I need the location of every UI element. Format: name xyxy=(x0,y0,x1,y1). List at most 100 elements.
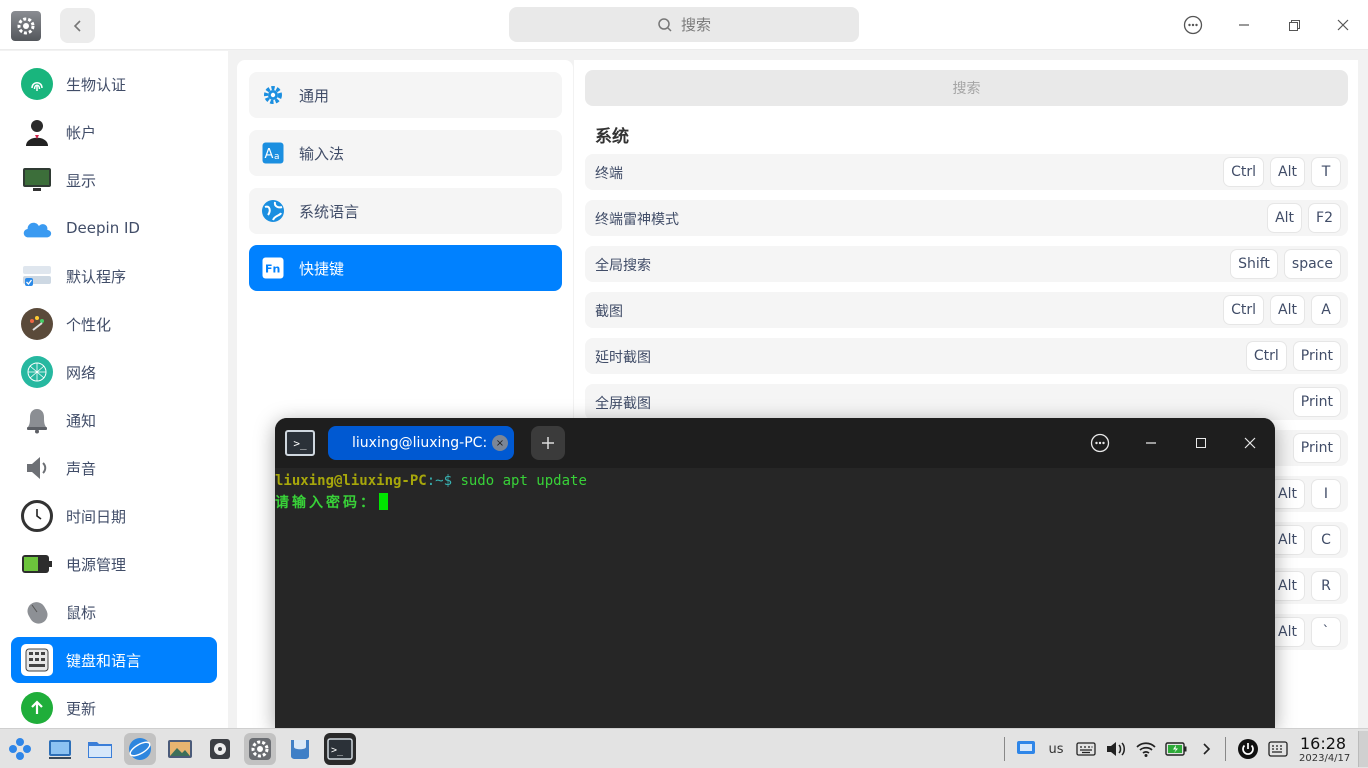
onscreen-keyboard-icon[interactable] xyxy=(1074,737,1098,761)
sidebar-item-datetime[interactable]: 时间日期 xyxy=(11,493,217,539)
terminal-window[interactable]: >_ liuxing@liuxing-PC: ~ × liuxing@liuxi… xyxy=(275,418,1275,728)
keyboard-icon xyxy=(21,644,53,676)
battery-tray-icon[interactable] xyxy=(1164,737,1188,761)
restore-icon xyxy=(1289,20,1300,31)
keyboard-layout-indicator[interactable]: us xyxy=(1044,737,1068,761)
key-cap: Alt xyxy=(1271,526,1304,554)
shortcut-name: 终端 xyxy=(595,166,623,182)
sidebar-item-account[interactable]: 帐户 xyxy=(11,109,217,155)
taskbar: >_ us 16:28 2023/4/17 xyxy=(0,728,1368,768)
key-cap: F2 xyxy=(1309,204,1340,232)
sidebar-item-biometric[interactable]: 生物认证 xyxy=(11,61,217,107)
browser-icon[interactable] xyxy=(124,733,156,765)
sidebar-item-label: 鼠标 xyxy=(66,603,97,622)
terminal-minimize-button[interactable] xyxy=(1136,428,1166,458)
close-button[interactable] xyxy=(1328,10,1358,40)
search-input[interactable]: 搜索 xyxy=(509,7,859,42)
back-button[interactable] xyxy=(60,8,95,43)
svg-text:>_: >_ xyxy=(331,745,344,756)
shortcut-name: 全局搜索 xyxy=(595,258,651,274)
multitask-view-icon[interactable] xyxy=(44,733,76,765)
wifi-icon[interactable] xyxy=(1134,737,1158,761)
shortcut-row[interactable]: 终端 Ctrl Alt T xyxy=(585,154,1348,190)
terminal-maximize-button[interactable] xyxy=(1186,428,1216,458)
sidebar-item-power[interactable]: 电源管理 xyxy=(11,541,217,587)
app-store-icon[interactable] xyxy=(284,733,316,765)
control-center-taskbar-icon[interactable] xyxy=(244,733,276,765)
tray-divider xyxy=(1004,737,1005,761)
chevron-right-icon[interactable] xyxy=(1194,737,1218,761)
sidebar-item-update[interactable]: 更新 xyxy=(11,685,217,731)
chat-tray-icon[interactable] xyxy=(1014,737,1038,761)
power-icon[interactable] xyxy=(1236,737,1260,761)
sidebar-item-notification[interactable]: 通知 xyxy=(11,397,217,443)
key-cap: Print xyxy=(1293,388,1340,416)
shortcut-keys[interactable]: Alt C xyxy=(1271,526,1340,554)
submenu-item-general[interactable]: 通用 xyxy=(249,72,562,118)
clock-time[interactable]: 16:28 xyxy=(1300,734,1346,753)
sidebar-item-personalization[interactable]: 个性化 xyxy=(11,301,217,347)
shortcut-search-input[interactable]: 搜索 xyxy=(585,70,1348,106)
maximize-button[interactable] xyxy=(1279,10,1309,40)
key-cap: A xyxy=(1312,296,1340,324)
volume-icon[interactable] xyxy=(1104,737,1128,761)
clock-date[interactable]: 2023/4/17 xyxy=(1299,753,1350,764)
notification-center-icon[interactable] xyxy=(1266,737,1290,761)
sidebar-item-display[interactable]: 显示 xyxy=(11,157,217,203)
new-tab-button[interactable] xyxy=(531,426,565,460)
clock-icon xyxy=(21,500,53,532)
close-icon xyxy=(1337,19,1349,31)
search-placeholder: 搜索 xyxy=(680,16,711,34)
shortcut-keys[interactable]: Alt F2 xyxy=(1268,204,1340,232)
music-player-icon[interactable] xyxy=(204,733,236,765)
terminal-titlebar: >_ liuxing@liuxing-PC: ~ × xyxy=(275,418,1275,468)
network-icon xyxy=(21,356,53,388)
terminal-output[interactable]: liuxing@liuxing-PC:~$ sudo apt update 请输… xyxy=(275,470,587,514)
fn-key-icon: Fn xyxy=(261,256,285,280)
terminal-close-button[interactable] xyxy=(1235,428,1265,458)
shortcut-name: 终端雷神模式 xyxy=(595,212,679,228)
terminal-taskbar-icon[interactable]: >_ xyxy=(324,733,356,765)
command-line: liuxing@liuxing-PC:~$ sudo apt update xyxy=(275,470,587,492)
shortcut-keys[interactable]: Ctrl Print xyxy=(1246,342,1340,370)
image-viewer-icon[interactable] xyxy=(164,733,196,765)
shortcut-name: 截图 xyxy=(595,304,623,320)
sidebar-item-mouse[interactable]: 鼠标 xyxy=(11,589,217,635)
shortcut-keys[interactable]: Print xyxy=(1293,388,1340,416)
shortcut-keys[interactable]: Alt R xyxy=(1271,572,1340,600)
sidebar-item-label: 默认程序 xyxy=(66,267,127,286)
menu-button[interactable] xyxy=(1178,10,1208,40)
submenu-item-system-language[interactable]: 系统语言 xyxy=(249,188,562,234)
submenu-item-shortcuts[interactable]: Fn 快捷键 xyxy=(249,245,562,291)
file-manager-icon[interactable] xyxy=(84,733,116,765)
shortcut-keys[interactable]: Ctrl Alt A xyxy=(1224,296,1340,324)
sidebar-item-default-apps[interactable]: 默认程序 xyxy=(11,253,217,299)
palette-icon xyxy=(21,308,53,340)
sidebar-item-sound[interactable]: 声音 xyxy=(11,445,217,491)
shortcut-row[interactable]: 全局搜索 Shift space xyxy=(585,246,1348,282)
submenu-item-input-method[interactable]: Aa 输入法 xyxy=(249,130,562,176)
sidebar-item-network[interactable]: 网络 xyxy=(11,349,217,395)
maximize-icon xyxy=(1196,438,1206,448)
sidebar: 生物认证 帐户 显示 Deepin ID 默认程序 个性化 网络 通知 声音 时… xyxy=(0,51,228,728)
tab-close-icon[interactable]: × xyxy=(492,435,508,451)
submenu-item-label: 快捷键 xyxy=(299,259,345,278)
launcher-icon[interactable] xyxy=(4,733,36,765)
shortcut-keys[interactable]: Shift space xyxy=(1231,250,1340,278)
shortcut-row[interactable]: 截图 Ctrl Alt A xyxy=(585,292,1348,328)
shortcut-row[interactable]: 延时截图 Ctrl Print xyxy=(585,338,1348,374)
shortcut-keys[interactable]: Alt I xyxy=(1271,480,1340,508)
sidebar-item-deepin-id[interactable]: Deepin ID xyxy=(11,205,217,251)
shortcut-row[interactable]: 全屏截图 Print xyxy=(585,384,1348,420)
shortcut-row[interactable]: 终端雷神模式 Alt F2 xyxy=(585,200,1348,236)
shortcut-keys[interactable]: Ctrl Alt T xyxy=(1224,158,1340,186)
key-cap: ` xyxy=(1312,618,1340,646)
show-desktop-button[interactable] xyxy=(1358,731,1368,767)
tray-divider xyxy=(1225,737,1226,761)
shortcut-keys[interactable]: Alt ` xyxy=(1271,618,1340,646)
shortcut-keys[interactable]: Print xyxy=(1293,434,1340,462)
minimize-button[interactable] xyxy=(1229,10,1259,40)
sidebar-item-keyboard-language[interactable]: 键盘和语言 xyxy=(11,637,217,683)
terminal-menu-button[interactable] xyxy=(1085,428,1115,458)
terminal-tab[interactable]: liuxing@liuxing-PC: ~ × xyxy=(328,426,514,460)
